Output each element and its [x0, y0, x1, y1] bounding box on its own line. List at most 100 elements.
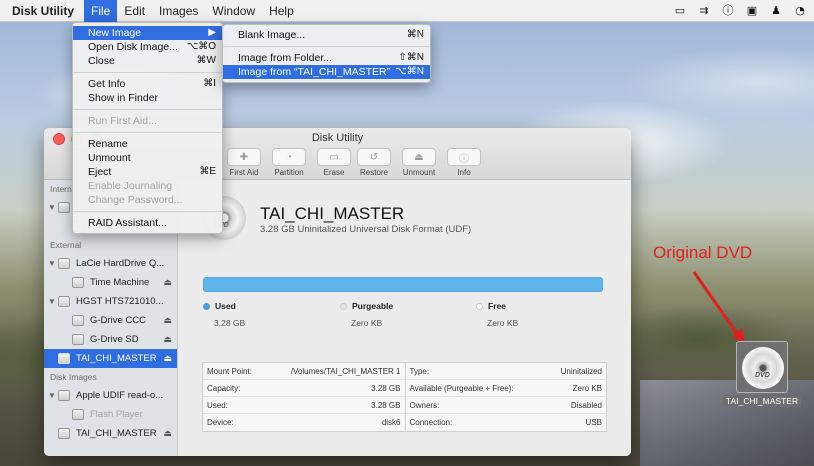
dvd-desktop-label[interactable]: TAI_CHI_MASTER	[723, 395, 802, 407]
sidebar-item-tai-chi-master[interactable]: TAI_CHI_MASTER ⏏	[44, 349, 177, 368]
menu-item-shortcut: ⌥⌘N	[395, 66, 424, 77]
menu-item-shortcut: ⌘W	[196, 55, 216, 66]
menu-item-blank-image[interactable]: Blank Image... ⌘N	[223, 28, 430, 42]
stethoscope-icon: ✚	[227, 148, 261, 166]
info-row-owners: Owners: Disabled	[405, 397, 606, 414]
sidebar-item-lacie-harddrive-q[interactable]: ▼ LaCie HardDrive Q...	[44, 254, 177, 273]
toolbar-label: First Aid	[229, 168, 259, 177]
menu-file[interactable]: File	[84, 0, 118, 22]
sidebar-item-hgst-hts721010[interactable]: ▼ HGST HTS721010...	[44, 292, 177, 311]
legend-key: Purgeable	[352, 301, 394, 311]
app-menu[interactable]: Disk Utility	[12, 4, 74, 18]
menu-item-close[interactable]: Close ⌘W	[73, 54, 222, 68]
info-row-available-purgeable-free: Available (Purgeable + Free): Zero KB	[405, 380, 606, 397]
info-value: /Volumes/TAI_CHI_MASTER 1	[290, 366, 401, 376]
partition-button[interactable]: ◔ Partition	[266, 148, 312, 177]
eject-icon[interactable]: ⏏	[163, 428, 172, 439]
menu-item-label: RAID Assistant...	[88, 217, 167, 229]
sidebar-item-time-machine[interactable]: Time Machine ⏏	[44, 273, 177, 292]
file-menu: New Image ▶ Open Disk Image... ⌥⌘O Close ⌘W Ge…	[72, 22, 223, 234]
erase-icon: ▭	[317, 148, 351, 166]
menu-item-label: Close	[88, 55, 115, 67]
menu-item-label: Change Password...	[88, 194, 183, 206]
cast-icon[interactable]: ▭	[672, 2, 688, 18]
menu-item-label: Blank Image...	[238, 29, 306, 41]
menu-images[interactable]: Images	[152, 0, 205, 22]
disk-icon	[58, 296, 70, 307]
sidebar-item-tai-chi-master[interactable]: TAI_CHI_MASTER ⏏	[44, 424, 177, 443]
first-aid-button[interactable]: ✚ First Aid	[226, 148, 262, 177]
menu-item-run-first-aid: Run First Aid...	[73, 114, 222, 128]
toolbar-label: Erase	[323, 168, 345, 177]
eject-icon[interactable]: ⏏	[163, 353, 172, 364]
info-value: USB	[585, 418, 602, 427]
menu-item-unmount[interactable]: Unmount	[73, 151, 222, 165]
user-icon[interactable]: ♟	[768, 2, 784, 18]
menu-item-rename[interactable]: Rename	[73, 137, 222, 151]
info-table: Mount Point: /Volumes/TAI_CHI_MASTER 1 Cap…	[202, 362, 607, 432]
eject-icon[interactable]: ⏏	[163, 277, 172, 288]
info-key: Type:	[409, 366, 430, 376]
eject-icon[interactable]: ⏏	[163, 334, 172, 345]
disclosure-triangle-icon[interactable]: ▼	[46, 391, 58, 400]
desktop-roof	[640, 380, 814, 466]
menu-item-image-from-tai-chi-master[interactable]: Image from “TAI_CHI_MASTER” ⌥⌘N	[223, 65, 430, 79]
menu-item-image-from-folder[interactable]: Image from Folder... ⇧⌘N	[223, 51, 430, 65]
info-circle-icon[interactable]: ⓘ	[720, 2, 736, 18]
legend-value: 3.28 GB	[214, 318, 246, 328]
info-icon: ⓘ	[447, 148, 481, 166]
menu-item-get-info[interactable]: Get Info ⌘I	[73, 77, 222, 91]
airplay-icon[interactable]: ⇉	[696, 2, 712, 18]
info-key: Connection:	[409, 418, 453, 427]
wifi-icon[interactable]: ◔	[792, 2, 808, 18]
sidebar-item-label: TAI_CHI_MASTER	[76, 353, 157, 364]
pie-icon: ◔	[272, 148, 306, 166]
menu-window[interactable]: Window	[205, 0, 262, 22]
menu-item-shortcut: ⌘N	[406, 29, 424, 40]
info-key: Used:	[207, 400, 228, 410]
menu-help[interactable]: Help	[262, 0, 301, 22]
disclosure-triangle-icon[interactable]: ▼	[46, 203, 58, 212]
legend-value: Zero KB	[351, 318, 383, 328]
eject-icon[interactable]: ⏏	[163, 315, 172, 326]
disk-icon	[58, 202, 70, 213]
screenshot-icon[interactable]: ▣	[744, 2, 760, 18]
menu-item-enable-journaling: Enable Journaling	[73, 179, 222, 193]
toolbar-label: Restore	[359, 168, 388, 177]
menu-item-eject[interactable]: Eject ⌘E	[73, 165, 222, 179]
detail-pane: DVD TAI_CHI_MASTER 3.28 GB Uninitalized …	[178, 180, 631, 456]
erase-button[interactable]: ▭ Erase	[316, 148, 352, 177]
disclosure-triangle-icon[interactable]: ▼	[46, 259, 58, 268]
menu-item-label: Image from “TAI_CHI_MASTER”	[238, 66, 391, 78]
restore-icon: ↺	[357, 148, 391, 166]
unmount-button[interactable]: ⏏ Unmount	[396, 148, 442, 177]
info-value: Uninitalized	[560, 366, 602, 376]
disclosure-triangle-icon[interactable]: ▼	[46, 297, 58, 306]
menu-item-shortcut: ▶	[208, 27, 216, 38]
menu-edit[interactable]: Edit	[117, 0, 152, 22]
disk-icon	[72, 277, 84, 288]
sidebar-item-flash-player[interactable]: Flash Player	[44, 405, 177, 424]
menu-item-show-in-finder[interactable]: Show in Finder	[73, 91, 222, 105]
menu-item-open-disk-image[interactable]: Open Disk Image... ⌥⌘O	[73, 40, 222, 54]
toolbar-label: Unmount	[402, 168, 436, 177]
menu-item-raid-assistant[interactable]: RAID Assistant...	[73, 216, 222, 230]
dvd-desktop-icon[interactable]: DVD	[736, 341, 788, 393]
menu-item-label: New Image	[88, 27, 142, 39]
restore-button[interactable]: ↺ Restore	[356, 148, 392, 177]
toolbar: ✚ First Aid ◔ Partition ▭ Erase ↺ Restore ⏏ U…	[226, 148, 482, 177]
sidebar-item-g-drive-sd[interactable]: G-Drive SD ⏏	[44, 330, 177, 349]
menu-item-new-image[interactable]: New Image ▶	[73, 26, 222, 40]
new-image-submenu: Blank Image... ⌘N Image from Folder... ⇧⌘N I…	[222, 24, 431, 83]
sidebar-item-label: G-Drive CCC	[90, 315, 146, 326]
menu-item-label: Image from Folder...	[238, 52, 332, 64]
sidebar-item-apple-udif-read-o[interactable]: ▼ Apple UDIF read-o...	[44, 386, 177, 405]
info-value: 3.28 GB	[371, 400, 401, 410]
sidebar-item-g-drive-ccc[interactable]: G-Drive CCC ⏏	[44, 311, 177, 330]
info-button[interactable]: ⓘ Info	[446, 148, 482, 177]
menu-item-label: Show in Finder	[88, 92, 159, 104]
info-left-column: Mount Point: /Volumes/TAI_CHI_MASTER 1 Cap…	[203, 363, 405, 431]
menu-separator	[73, 72, 222, 73]
sidebar-item-label: HGST HTS721010...	[76, 296, 164, 307]
sidebar-item-label: Apple UDIF read-o...	[76, 390, 164, 401]
